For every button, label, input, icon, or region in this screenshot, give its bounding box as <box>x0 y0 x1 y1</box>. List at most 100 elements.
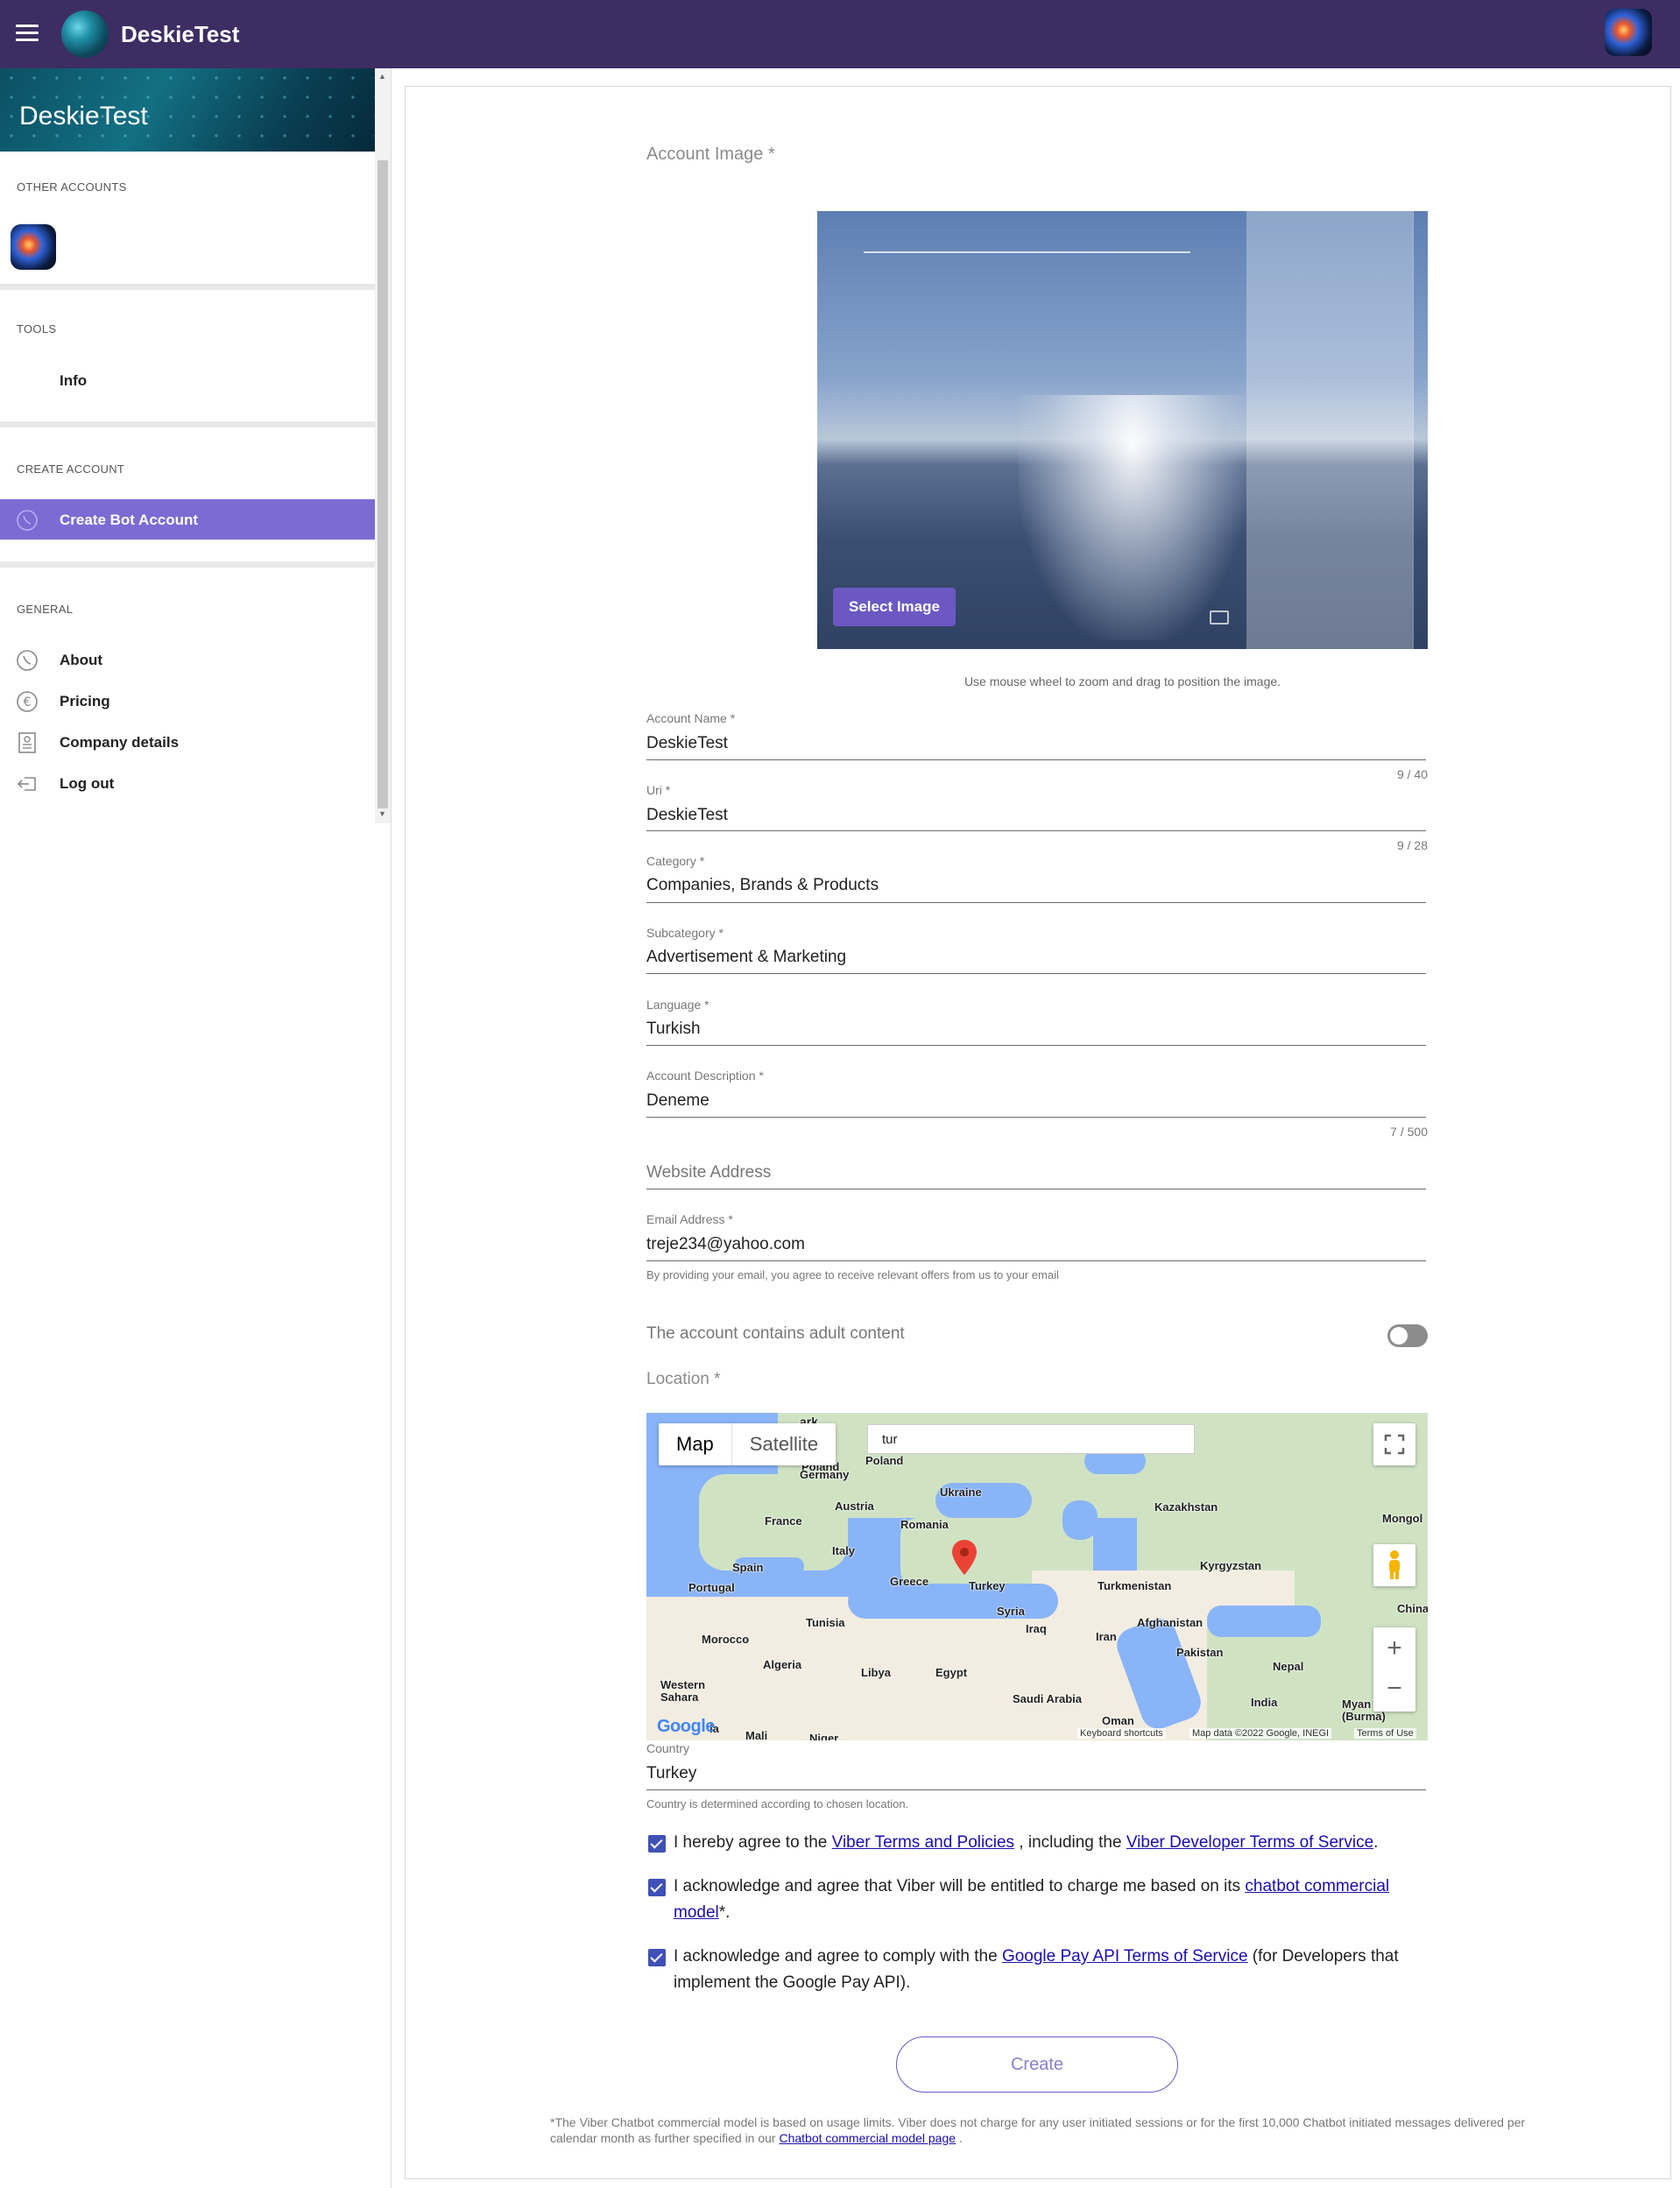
map-label-china: China <box>1397 1602 1428 1615</box>
account-description-label: Account Description * <box>646 1069 764 1083</box>
sidebar-item-about[interactable]: About <box>0 639 375 680</box>
map-label-iraq: Iraq <box>1026 1622 1047 1635</box>
horizon-line <box>864 251 1190 253</box>
field-underline <box>646 759 1426 760</box>
map-type-map-button[interactable]: Map <box>659 1423 731 1465</box>
account-image-cropper[interactable]: Select Image <box>817 211 1428 649</box>
app-logo <box>61 11 109 58</box>
sidebar-item-pricing[interactable]: € Pricing <box>0 681 375 721</box>
map-label-western-sahara: Western Sahara <box>660 1678 706 1704</box>
sidebar-item-label: Info <box>60 372 88 389</box>
map-label-portugal: Portugal <box>688 1581 735 1594</box>
account-description-input[interactable]: Deneme <box>646 1091 709 1111</box>
map-label-france: France <box>765 1514 802 1528</box>
zoom-control: + − <box>1373 1627 1415 1712</box>
uri-input[interactable]: DeskieTest <box>646 806 728 825</box>
map-label-afghanistan: Afghanistan <box>1137 1616 1204 1629</box>
map-label-kyrgyzstan: Kyrgyzstan <box>1200 1559 1262 1572</box>
menu-icon[interactable] <box>16 25 39 44</box>
terms-of-use-link[interactable]: Terms of Use <box>1354 1728 1416 1739</box>
website-address-input[interactable]: Website Address <box>646 1163 771 1182</box>
sidebar-item-log-out[interactable]: Log out <box>0 763 375 803</box>
other-account-avatar[interactable] <box>11 224 56 270</box>
scrollbar-thumb[interactable] <box>378 160 388 808</box>
map-label-iran: Iran <box>1096 1630 1117 1643</box>
language-label: Language * <box>646 998 709 1012</box>
sidebar-banner: DeskieTest <box>0 68 375 152</box>
scroll-up-arrow-icon[interactable]: ▲ <box>378 72 386 81</box>
keyboard-shortcuts-link[interactable]: Keyboard shortcuts <box>1077 1728 1166 1739</box>
crop-overlay <box>1246 211 1413 649</box>
image-sun-reflection <box>1019 395 1246 640</box>
map-type-satellite-button[interactable]: Satellite <box>732 1423 836 1465</box>
agree-google-pay-checkbox[interactable] <box>648 1949 666 1966</box>
map-type-control: Map Satellite <box>659 1423 836 1465</box>
category-select[interactable]: Companies, Brands & Products <box>646 876 879 895</box>
map-marker-icon[interactable] <box>951 1540 978 1575</box>
location-map[interactable]: Poland ark Poland Germany Ukraine Kazakh… <box>646 1413 1428 1740</box>
agreement-text: I acknowledge and agree to comply with t… <box>674 1947 1002 1966</box>
zoom-in-icon[interactable]: + <box>1373 1627 1415 1669</box>
agree-terms-text: I hereby agree to the Viber Terms and Po… <box>674 1830 1427 1856</box>
subcategory-select[interactable]: Advertisement & Marketing <box>646 948 846 967</box>
account-name-input[interactable]: DeskieTest <box>646 734 728 753</box>
language-select[interactable]: Turkish <box>646 1020 701 1039</box>
sidebar-item-company-details[interactable]: Company details <box>0 722 375 762</box>
agree-charge-checkbox[interactable] <box>648 1879 666 1896</box>
viber-developer-terms-link[interactable]: Viber Developer Terms of Service <box>1126 1833 1373 1852</box>
sidebar-item-info[interactable]: Info <box>0 360 375 400</box>
agreement-text: . <box>1373 1833 1379 1852</box>
map-label-mongolia: Mongol <box>1382 1512 1423 1525</box>
street-view-pegman-icon[interactable] <box>1373 1544 1415 1586</box>
agreement-text: , including the <box>1014 1833 1126 1852</box>
map-label-pakistan: Pakistan <box>1176 1646 1224 1659</box>
app-title: DeskieTest <box>121 21 240 47</box>
euro-icon: € <box>16 690 39 713</box>
email-input[interactable]: treje234@yahoo.com <box>646 1235 805 1254</box>
field-underline <box>646 1260 1426 1261</box>
create-button[interactable]: Create <box>896 2036 1178 2093</box>
uri-counter: 9 / 28 <box>1396 838 1428 852</box>
section-title-other-accounts: OTHER ACCOUNTS <box>17 180 127 194</box>
section-title-tools: TOOLS <box>17 322 57 335</box>
adult-content-toggle[interactable] <box>1387 1324 1428 1347</box>
map-search-input[interactable]: tur <box>867 1424 1195 1454</box>
fullscreen-icon[interactable] <box>1373 1423 1415 1465</box>
map-label-italy: Italy <box>832 1544 856 1557</box>
location-label: Location * <box>646 1370 721 1388</box>
map-label-tunisia: Tunisia <box>806 1616 845 1629</box>
svg-text:€: € <box>24 695 32 709</box>
agreement-text: I hereby agree to the <box>674 1833 832 1852</box>
description-counter: 7 / 500 <box>1390 1125 1428 1139</box>
viber-icon <box>16 649 39 672</box>
uri-label: Uri * <box>646 783 671 797</box>
divider <box>391 68 392 2188</box>
scroll-down-arrow-icon[interactable]: ▼ <box>378 809 386 818</box>
select-image-button[interactable]: Select Image <box>833 588 956 626</box>
sidebar-scrollbar[interactable]: ▲ ▼ <box>375 68 391 823</box>
user-avatar[interactable] <box>1605 9 1652 56</box>
viber-terms-link[interactable]: Viber Terms and Policies <box>832 1833 1014 1852</box>
google-pay-terms-link[interactable]: Google Pay API Terms of Service <box>1002 1947 1248 1966</box>
section-title-general: GENERAL <box>17 603 74 616</box>
sidebar-item-label: Create Bot Account <box>60 512 199 528</box>
map-label-kazakhstan: Kazakhstan <box>1154 1500 1218 1514</box>
map-label-libya: Libya <box>861 1666 891 1679</box>
chatbot-commercial-model-page-link[interactable]: Chatbot commercial model page <box>779 2131 956 2145</box>
map-label-saudi-arabia: Saudi Arabia <box>1013 1692 1082 1705</box>
footnote-text: . <box>956 2131 963 2145</box>
viber-icon <box>16 509 39 532</box>
sidebar-item-create-bot-account[interactable]: Create Bot Account <box>0 499 375 540</box>
footnote-text: *The Viber Chatbot commercial model is b… <box>550 2115 1526 2145</box>
map-label-india: India <box>1251 1696 1278 1709</box>
email-label: Email Address * <box>646 1212 733 1226</box>
map-label-syria: Syria <box>997 1605 1025 1618</box>
section-title-create-account: CREATE ACCOUNT <box>17 462 125 476</box>
map-label-oman: Oman <box>1102 1714 1134 1727</box>
agree-terms-checkbox[interactable] <box>648 1835 666 1853</box>
country-hint: Country is determined according to chose… <box>646 1797 909 1810</box>
map-label-egypt: Egypt <box>935 1666 968 1679</box>
zoom-out-icon[interactable]: − <box>1373 1669 1415 1712</box>
map-label-morocco: Morocco <box>702 1633 750 1646</box>
field-underline <box>646 1789 1426 1790</box>
